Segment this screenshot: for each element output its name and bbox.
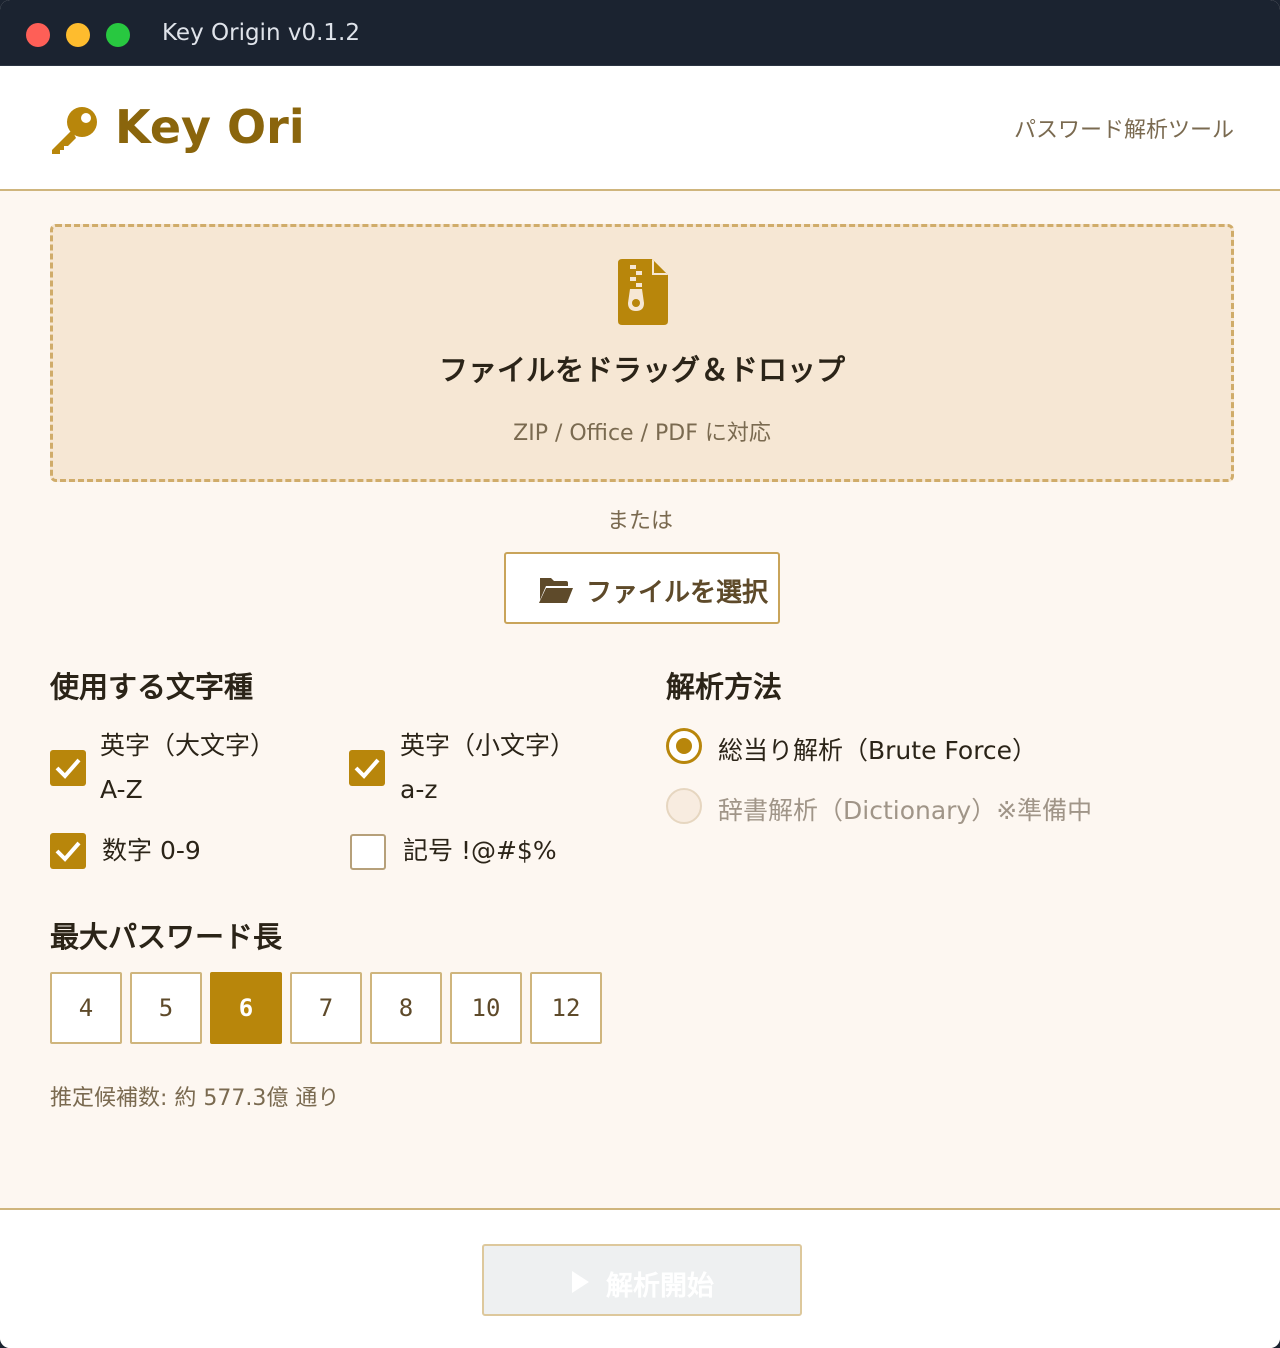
- length-option-5[interactable]: 5: [130, 972, 202, 1044]
- method-section-title: 解析方法: [666, 670, 783, 704]
- app-logo-text: Key Ori: [115, 100, 305, 154]
- symbols-checkbox[interactable]: [350, 834, 386, 870]
- start-analysis-label: 解析開始: [606, 1271, 714, 1302]
- folder-open-icon: [539, 578, 573, 603]
- app-header: Key Ori パスワード解析ツール: [0, 66, 1280, 191]
- minimize-window-button[interactable]: [66, 23, 90, 47]
- length-option-10[interactable]: 10: [450, 972, 522, 1044]
- uppercase-checkbox[interactable]: [50, 750, 86, 786]
- length-option-6[interactable]: 6: [210, 972, 282, 1044]
- dictionary-radio[interactable]: [666, 788, 702, 824]
- checkmark-icon: [55, 758, 81, 779]
- candidate-estimate: 推定候補数: 約 577.3億 通り: [50, 1086, 340, 1111]
- lowercase-range-label: a-z: [400, 775, 438, 804]
- play-icon: [572, 1271, 589, 1293]
- footer-bar: 解析開始: [0, 1208, 1280, 1348]
- key-icon: [52, 107, 97, 154]
- uppercase-label: 英字（大文字）: [100, 731, 276, 760]
- lowercase-checkbox[interactable]: [349, 750, 385, 786]
- maximize-window-button[interactable]: [106, 23, 130, 47]
- lowercase-label: 英字（小文字）: [400, 731, 576, 760]
- length-option-12[interactable]: 12: [530, 972, 602, 1044]
- header-subtitle: パスワード解析ツール: [1013, 118, 1234, 143]
- length-option-8[interactable]: 8: [370, 972, 442, 1044]
- checkmark-icon: [354, 758, 380, 779]
- file-dropzone[interactable]: ファイルをドラッグ＆ドロップ ZIP / Office / PDF に対応: [50, 224, 1234, 482]
- or-divider-text: または: [606, 509, 673, 534]
- zip-file-icon: [618, 259, 668, 325]
- start-analysis-button[interactable]: 解析開始: [482, 1244, 802, 1316]
- symbols-label: 記号 !@#$%: [403, 836, 557, 865]
- dictionary-label: 辞書解析（Dictionary）※準備中: [718, 796, 1093, 825]
- digits-checkbox[interactable]: [50, 833, 86, 869]
- dropzone-subtitle: ZIP / Office / PDF に対応: [513, 421, 771, 446]
- length-option-7[interactable]: 7: [290, 972, 362, 1044]
- select-file-button[interactable]: ファイルを選択: [504, 552, 780, 624]
- max-length-section-title: 最大パスワード長: [50, 920, 283, 954]
- length-option-4[interactable]: 4: [50, 972, 122, 1044]
- select-file-button-label: ファイルを選択: [586, 578, 769, 608]
- close-window-button[interactable]: [26, 23, 50, 47]
- window-title: Key Origin v0.1.2: [162, 20, 360, 46]
- dropzone-title: ファイルをドラッグ＆ドロップ: [438, 353, 845, 387]
- checkmark-icon: [55, 841, 81, 862]
- brute-force-label: 総当り解析（Brute Force）: [718, 736, 1038, 765]
- charset-section-title: 使用する文字種: [50, 670, 254, 704]
- app-window: Key Origin v0.1.2 Key Ori パスワード解析ツール ファイ…: [0, 0, 1280, 1348]
- title-bar: Key Origin v0.1.2: [0, 0, 1280, 66]
- uppercase-range-label: A-Z: [100, 775, 143, 804]
- brute-force-radio[interactable]: [666, 728, 702, 764]
- digits-label: 数字 0-9: [102, 836, 201, 865]
